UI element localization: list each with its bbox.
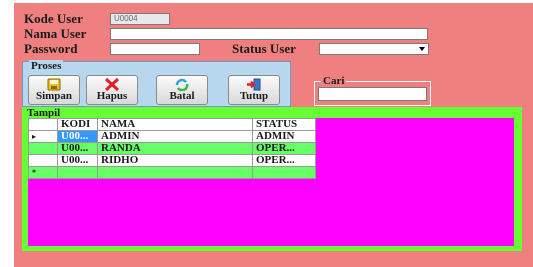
table-row[interactable]: U00... RANDA OPER... (28, 142, 316, 155)
cell-nama[interactable]: RIDHO (97, 154, 253, 167)
new-row-icon: * (28, 166, 58, 179)
simpan-label: Simpan (35, 90, 73, 102)
cell-status[interactable]: OPER... (252, 154, 316, 167)
cell-kode[interactable]: U00... (57, 130, 98, 143)
hapus-button[interactable]: Hapus (86, 75, 138, 105)
new-row[interactable]: * (28, 166, 316, 179)
cari-group: Cari (314, 75, 431, 106)
cell-nama[interactable]: RANDA (97, 142, 253, 155)
proses-group: Proses Simpan Hapus Batal Tutup (22, 60, 291, 107)
column-header-nama[interactable]: NAMA (97, 118, 253, 131)
kode-user-label: Kode User (24, 11, 83, 26)
main-form: Kode User U0004 Nama User Password Statu… (14, 3, 533, 267)
batal-button[interactable]: Batal (156, 75, 208, 105)
hapus-label: Hapus (96, 90, 128, 102)
tampil-group: Tampil KODI NAMA STATUS ▸ U00... ADMIN A… (22, 107, 522, 251)
cell-status[interactable]: ADMIN (252, 130, 316, 143)
status-user-label: Status User (232, 41, 296, 56)
cell-nama[interactable]: ADMIN (97, 130, 253, 143)
table-row[interactable]: U00... RIDHO OPER... (28, 154, 316, 167)
tutup-label: Tutup (239, 90, 269, 102)
cell-kode[interactable]: U00... (57, 142, 98, 155)
table-row[interactable]: ▸ U00... ADMIN ADMIN (28, 130, 316, 143)
simpan-button[interactable]: Simpan (28, 75, 80, 105)
kode-user-field[interactable]: U0004 (110, 13, 170, 25)
cell-kode[interactable] (57, 166, 98, 179)
chevron-down-icon (419, 47, 425, 51)
column-header-status[interactable]: STATUS (252, 118, 316, 131)
column-header-kode[interactable]: KODI (57, 118, 98, 131)
nama-user-field[interactable] (110, 28, 428, 40)
cell-status[interactable]: OPER... (252, 142, 316, 155)
tutup-button[interactable]: Tutup (228, 75, 280, 105)
row-header (28, 154, 58, 167)
batal-label: Batal (169, 90, 195, 102)
search-input[interactable] (318, 87, 427, 101)
password-field[interactable] (110, 43, 200, 55)
table-header-row: KODI NAMA STATUS (28, 118, 316, 131)
cell-status[interactable] (252, 166, 316, 179)
proses-title: Proses (29, 60, 64, 72)
password-label: Password (24, 41, 78, 56)
user-data-grid[interactable]: KODI NAMA STATUS ▸ U00... ADMIN ADMIN U0… (28, 118, 514, 246)
user-table: KODI NAMA STATUS ▸ U00... ADMIN ADMIN U0… (28, 118, 316, 179)
nama-user-label: Nama User (24, 26, 87, 41)
row-header-corner (28, 118, 58, 131)
row-header (28, 142, 58, 155)
cell-kode[interactable]: U00... (57, 154, 98, 167)
cari-title: Cari (321, 75, 347, 87)
cell-nama[interactable] (97, 166, 253, 179)
status-user-select[interactable] (319, 43, 429, 55)
current-row-indicator-icon: ▸ (28, 130, 58, 143)
